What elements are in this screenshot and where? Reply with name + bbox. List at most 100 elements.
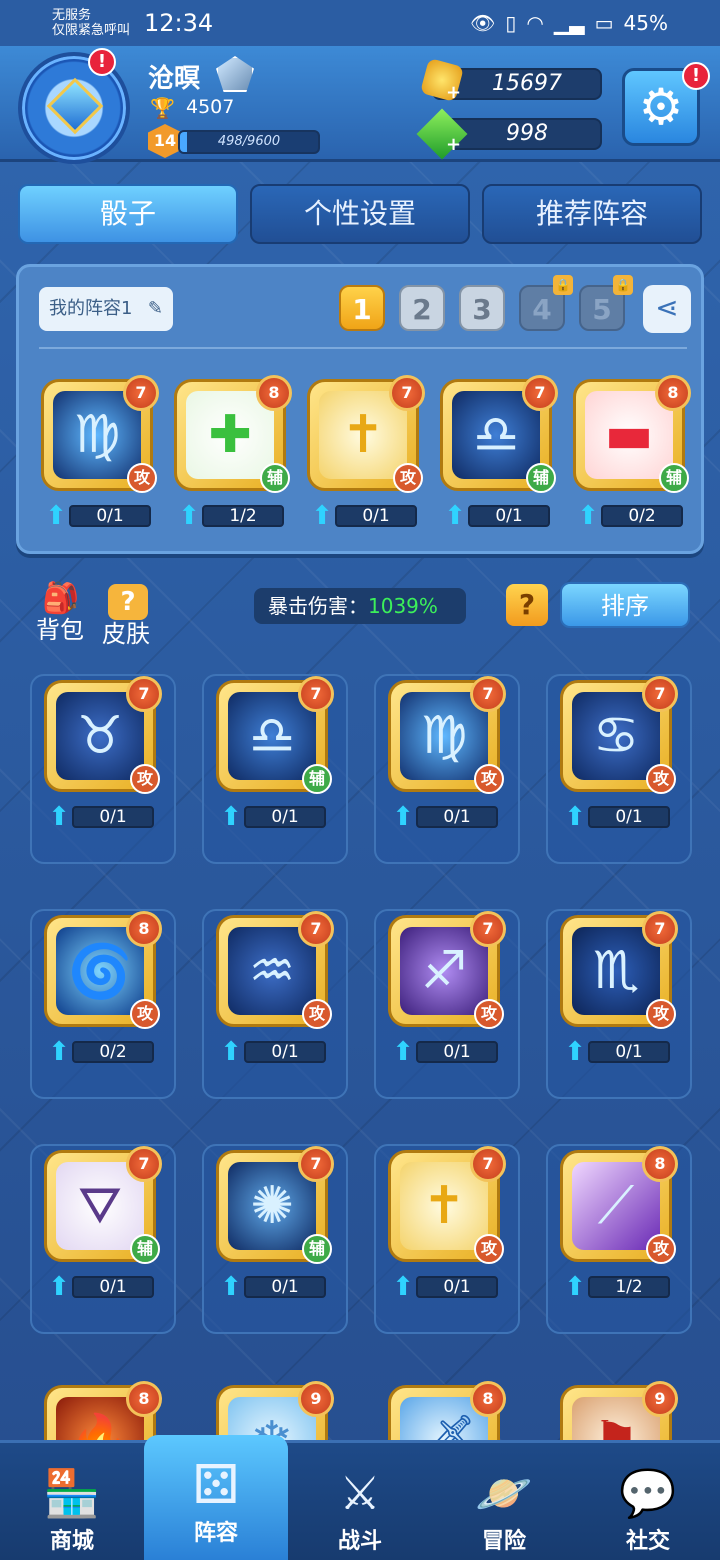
trophy-icon: 🏆: [150, 96, 175, 120]
progress-text: 1/2: [229, 506, 257, 526]
deck-name: 我的阵容1: [49, 298, 133, 319]
progress-bar: 0/1: [69, 505, 151, 527]
card-level-badge: 7: [470, 676, 506, 712]
help-button[interactable]: ?: [506, 584, 548, 626]
dice-icon: ⚄: [192, 1453, 240, 1516]
upgrade-arrow-icon: ⬆: [564, 802, 586, 832]
card-level-badge: 7: [470, 911, 506, 947]
nav-label: 商城: [49, 1529, 94, 1554]
bag-button[interactable]: 🎒 背包: [36, 584, 86, 645]
progress-text: 0/2: [99, 1042, 127, 1062]
upgrade-arrow-icon: ⬆: [564, 1037, 586, 1067]
nav-shop[interactable]: 🏪 商城: [0, 1443, 144, 1560]
deck-slot-1[interactable]: 1: [339, 285, 385, 331]
card-progress: ⬆ 0/1: [307, 501, 419, 531]
card-level-badge: 7: [642, 911, 678, 947]
player-name: 沧暝: [148, 64, 201, 94]
crit-label: 暴击伤害：: [268, 594, 368, 618]
progress-text: 0/1: [96, 506, 124, 526]
player-level-badge: 14: [148, 124, 182, 158]
bottom-nav: 🏪 商城 ⚄ 阵容 ⚔ 战斗 🪐 冒险 💬 社交: [0, 1435, 720, 1560]
card-progress: ⬆ 0/2: [573, 501, 685, 531]
share-button[interactable]: ⋖: [643, 285, 691, 333]
clock: 12:34: [144, 9, 214, 37]
progress-bar: 0/1: [244, 1276, 326, 1298]
card-type-badge: 攻: [127, 463, 157, 493]
avatar-alert-badge: !: [88, 48, 116, 76]
upgrade-arrow-icon: ⬆: [392, 802, 414, 832]
card-type-badge: 辅: [659, 463, 689, 493]
progress-bar: 0/1: [72, 806, 154, 828]
xp-text: 498/9600: [217, 134, 281, 149]
upgrade-arrow-icon: ⬆: [48, 1037, 70, 1067]
card-type-badge: 辅: [260, 463, 290, 493]
card-level-badge: 8: [470, 1381, 506, 1417]
card-level-badge: 7: [126, 676, 162, 712]
card-level-badge: 7: [470, 1146, 506, 1182]
deck-slot-3[interactable]: 3: [459, 285, 505, 331]
status-icons: 👁 ▯ ◠ ▁▃ ▭ 45%: [470, 11, 668, 35]
upgrade-arrow-icon: ⬆: [577, 501, 599, 531]
add-gold-icon[interactable]: +: [446, 82, 461, 103]
skin-button[interactable]: ? 皮肤: [102, 584, 154, 648]
nav-label: 阵容: [193, 1521, 238, 1546]
player-header: ! 沧暝 🏆 4507 14 498/9600 15697 + 998 + ⚙ …: [0, 46, 720, 164]
card-progress: ⬆ 0/1: [388, 802, 500, 832]
card-level-badge: 8: [256, 375, 292, 411]
progress-bar: 0/1: [244, 806, 326, 828]
card-type-badge: 攻: [302, 999, 332, 1029]
card-progress: ⬆ 1/2: [174, 501, 286, 531]
progress-bar: 0/1: [416, 1276, 498, 1298]
card-progress: ⬆ 0/1: [44, 1272, 156, 1302]
progress-bar: 0/1: [72, 1276, 154, 1298]
crossed-swords-icon: ⚔: [339, 1466, 381, 1520]
progress-bar: 0/1: [588, 806, 670, 828]
deck-name-button[interactable]: 我的阵容1 ✎: [39, 287, 173, 331]
nav-label: 冒险: [481, 1529, 526, 1554]
card-level-badge: 7: [642, 676, 678, 712]
progress-bar: 1/2: [588, 1276, 670, 1298]
card-level-badge: 7: [389, 375, 425, 411]
deck-slot-2[interactable]: 2: [399, 285, 445, 331]
tab-recommended[interactable]: 推荐阵容: [482, 184, 702, 244]
card-level-badge: 7: [126, 1146, 162, 1182]
crit-damage-display: 暴击伤害：1039%: [254, 588, 466, 624]
card-level-badge: 8: [642, 1146, 678, 1182]
sort-button[interactable]: 排序: [560, 582, 690, 628]
card-type-badge: 攻: [130, 999, 160, 1029]
tab-personalize[interactable]: 个性设置: [250, 184, 470, 244]
card-progress: ⬆ 0/1: [216, 802, 328, 832]
card-progress: ⬆ 0/1: [388, 1272, 500, 1302]
card-progress: ⬆ 0/1: [560, 802, 672, 832]
card-type-badge: 攻: [130, 764, 160, 794]
progress-bar: 0/1: [335, 505, 417, 527]
nav-adventure[interactable]: 🪐 冒险: [432, 1443, 576, 1560]
edit-pencil-icon: ✎: [147, 298, 163, 319]
rank-emblem-icon: [216, 56, 254, 92]
deck-slot-4-number: 4: [532, 293, 552, 326]
upgrade-arrow-icon: ⬆: [311, 501, 333, 531]
skin-label: 皮肤: [102, 620, 150, 648]
nav-lineup[interactable]: ⚄ 阵容: [144, 1435, 288, 1560]
deck-slot-4[interactable]: 4 🔒: [519, 275, 573, 331]
card-type-badge: 辅: [302, 764, 332, 794]
nav-battle[interactable]: ⚔ 战斗: [288, 1443, 432, 1560]
tab-dice[interactable]: 骰子: [18, 184, 238, 244]
upgrade-arrow-icon: ⬆: [392, 1272, 414, 1302]
xp-bar: 498/9600: [178, 130, 320, 154]
lock-icon: 🔒: [613, 275, 633, 295]
add-gem-icon[interactable]: +: [446, 134, 461, 155]
deck-slot-5-number: 5: [592, 293, 612, 326]
card-progress: ⬆ 0/1: [216, 1037, 328, 1067]
card-level-badge: 7: [298, 911, 334, 947]
nav-social[interactable]: 💬 社交: [576, 1443, 720, 1560]
progress-text: 0/1: [495, 506, 523, 526]
card-type-badge: 攻: [474, 999, 504, 1029]
nav-label: 战斗: [337, 1529, 382, 1554]
upgrade-arrow-icon: ⬆: [48, 802, 70, 832]
upgrade-arrow-icon: ⬆: [220, 1037, 242, 1067]
bag-label: 背包: [36, 616, 84, 644]
progress-text: 0/1: [99, 1277, 127, 1297]
deck-slot-5[interactable]: 5 🔒: [579, 275, 633, 331]
progress-bar: 0/1: [416, 806, 498, 828]
